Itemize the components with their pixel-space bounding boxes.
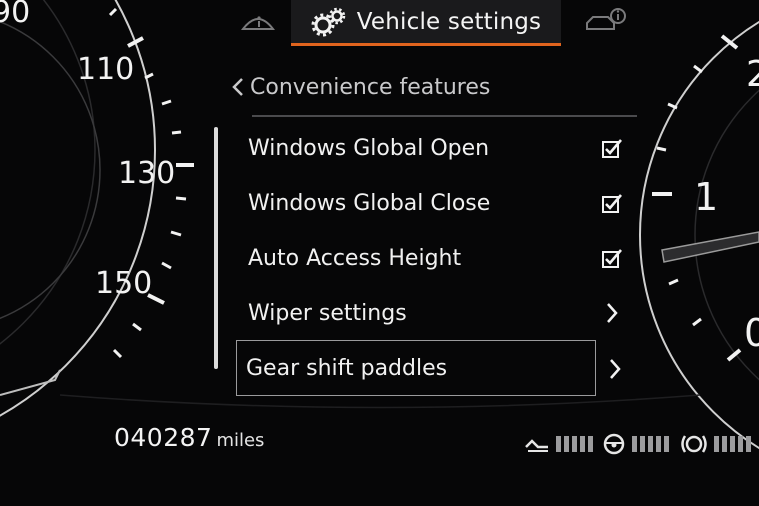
chevron-left-icon xyxy=(232,78,243,96)
odometer-unit: miles xyxy=(216,430,265,451)
rev-minor-tick xyxy=(692,317,702,327)
brake-indicator xyxy=(680,432,751,456)
rev-label-1: 1 xyxy=(694,175,718,219)
speed-minor-tick xyxy=(170,230,182,237)
menu-item-label: Gear shift paddles xyxy=(246,355,448,381)
rev-label-2: 2 xyxy=(746,54,759,95)
menu-item-label: Windows Global Open xyxy=(248,135,490,161)
menu-item-auto-access-height[interactable]: Auto Access Height xyxy=(236,232,636,284)
breadcrumb-back[interactable]: Convenience features xyxy=(232,70,490,104)
speed-minor-tick xyxy=(175,196,187,201)
speed-minor-tick xyxy=(161,261,172,270)
menu-scrollbar[interactable] xyxy=(214,127,218,369)
suspension-icon xyxy=(525,439,548,452)
menu-scroll-thumb[interactable] xyxy=(214,127,218,369)
menu-item-windows-global-close[interactable]: Windows Global Close xyxy=(236,177,636,229)
info-wiper-icon xyxy=(241,16,275,30)
tab-car-info[interactable] xyxy=(576,0,636,40)
brake-icon xyxy=(681,435,707,453)
tab-info[interactable] xyxy=(228,0,288,40)
steering-level-bars xyxy=(632,436,669,452)
gear-shift-paddles-chevron xyxy=(601,355,629,383)
checkbox-checked-icon xyxy=(602,139,622,158)
speed-label-130: 130 xyxy=(118,156,175,191)
speed-label-150: 150 xyxy=(95,266,152,301)
windows-global-close-checkbox[interactable] xyxy=(598,189,626,217)
suspension-level-bars xyxy=(556,436,593,452)
gears-icon xyxy=(311,7,345,36)
speed-minor-tick xyxy=(171,130,182,135)
suspension-indicator xyxy=(524,432,593,456)
rev-counter: 2 1 0 xyxy=(639,20,759,450)
menu-item-label: Wiper settings xyxy=(248,300,407,326)
menu-item-windows-global-open[interactable]: Windows Global Open xyxy=(236,122,636,174)
speed-minor-tick xyxy=(161,99,172,106)
chevron-right-icon xyxy=(607,303,618,323)
rev-minor-tick xyxy=(693,64,703,74)
rev-label-0: 0 xyxy=(744,311,759,355)
checkbox-checked-icon xyxy=(602,194,622,213)
brake-level-bars xyxy=(714,436,751,452)
menu-item-label: Windows Global Close xyxy=(248,190,491,216)
odometer: 040287 miles xyxy=(114,423,264,452)
car-info-icon xyxy=(586,8,626,30)
chevron-right-icon xyxy=(610,359,621,379)
odometer-value: 040287 xyxy=(114,423,213,452)
auto-access-height-checkbox[interactable] xyxy=(598,244,626,272)
wiper-settings-chevron xyxy=(598,299,626,327)
tab-vehicle-settings[interactable]: Vehicle settings xyxy=(291,0,561,46)
speed-minor-tick xyxy=(132,322,142,332)
tab-bar: Vehicle settings xyxy=(216,0,692,47)
breadcrumb-label: Convenience features xyxy=(250,74,491,100)
tab-vehicle-settings-label: Vehicle settings xyxy=(356,8,542,35)
speed-minor-tick xyxy=(108,7,118,17)
speed-label-90: 90 xyxy=(0,0,30,30)
menu-item-gear-shift-paddles[interactable]: Gear shift paddles xyxy=(236,340,621,396)
menu-item-wiper-settings[interactable]: Wiper settings xyxy=(236,287,636,339)
steering-indicator xyxy=(602,432,669,456)
speedometer: 90 110 130 150 xyxy=(0,0,194,417)
speed-label-110: 110 xyxy=(77,52,134,87)
rev-minor-tick xyxy=(668,278,679,286)
menu-item-label: Auto Access Height xyxy=(248,245,462,271)
windows-global-open-checkbox[interactable] xyxy=(598,134,626,162)
speed-minor-tick xyxy=(112,348,123,359)
header-divider xyxy=(252,115,637,117)
checkbox-checked-icon xyxy=(602,249,622,268)
rev-minor-tick xyxy=(656,146,667,152)
steering-wheel-icon xyxy=(603,433,625,455)
